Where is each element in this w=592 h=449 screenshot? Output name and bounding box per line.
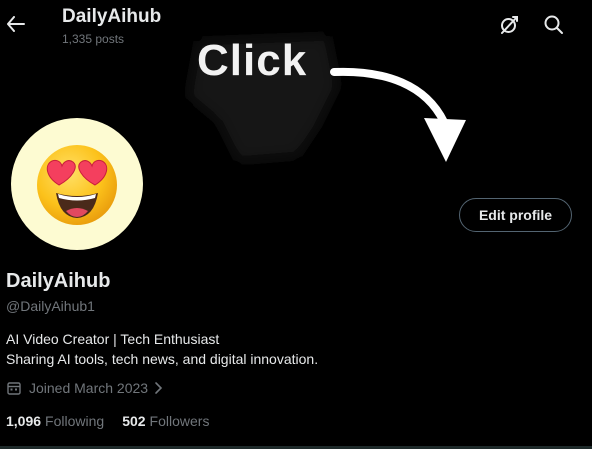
heart-eyes-emoji [37, 145, 117, 225]
following-count: 1,096 [6, 413, 42, 429]
arrow-left-icon [7, 16, 25, 32]
header-title: DailyAihub [62, 6, 162, 27]
search-icon [544, 15, 563, 34]
joined-text: Joined March 2023 [29, 380, 149, 396]
profile-handle: @DailyAihub1 [6, 298, 95, 314]
grok-icon [501, 16, 518, 34]
edit-profile-button[interactable]: Edit profile [459, 198, 572, 232]
joined-date[interactable]: Joined March 2023 [6, 380, 163, 396]
chevron-right-icon [155, 382, 163, 394]
follow-stats: 1,096 Following 502 Followers [6, 413, 227, 429]
bio-line-2: Sharing AI tools, tech news, and digital… [6, 351, 319, 367]
followers-count: 502 [122, 413, 146, 429]
profile-name: DailyAihub [6, 270, 111, 292]
following-link[interactable]: 1,096 Following [6, 413, 104, 429]
avatar-image [11, 118, 143, 250]
back-button[interactable] [6, 12, 28, 36]
top-bar: DailyAihub 1,335 posts [0, 0, 592, 52]
following-label: Following [45, 413, 105, 429]
posts-count: 1,335 posts [62, 32, 125, 46]
curved-arrow-icon [330, 67, 466, 162]
calendar-icon [7, 382, 21, 395]
search-button[interactable] [543, 14, 565, 36]
profile-bio: AI Video Creator | Tech Enthusiast Shari… [6, 329, 318, 369]
followers-label: Followers [149, 413, 210, 429]
bio-line-1: AI Video Creator | Tech Enthusiast [6, 331, 220, 347]
grok-button[interactable] [498, 14, 520, 36]
followers-link[interactable]: 502 Followers [122, 413, 209, 429]
avatar[interactable] [8, 115, 146, 253]
